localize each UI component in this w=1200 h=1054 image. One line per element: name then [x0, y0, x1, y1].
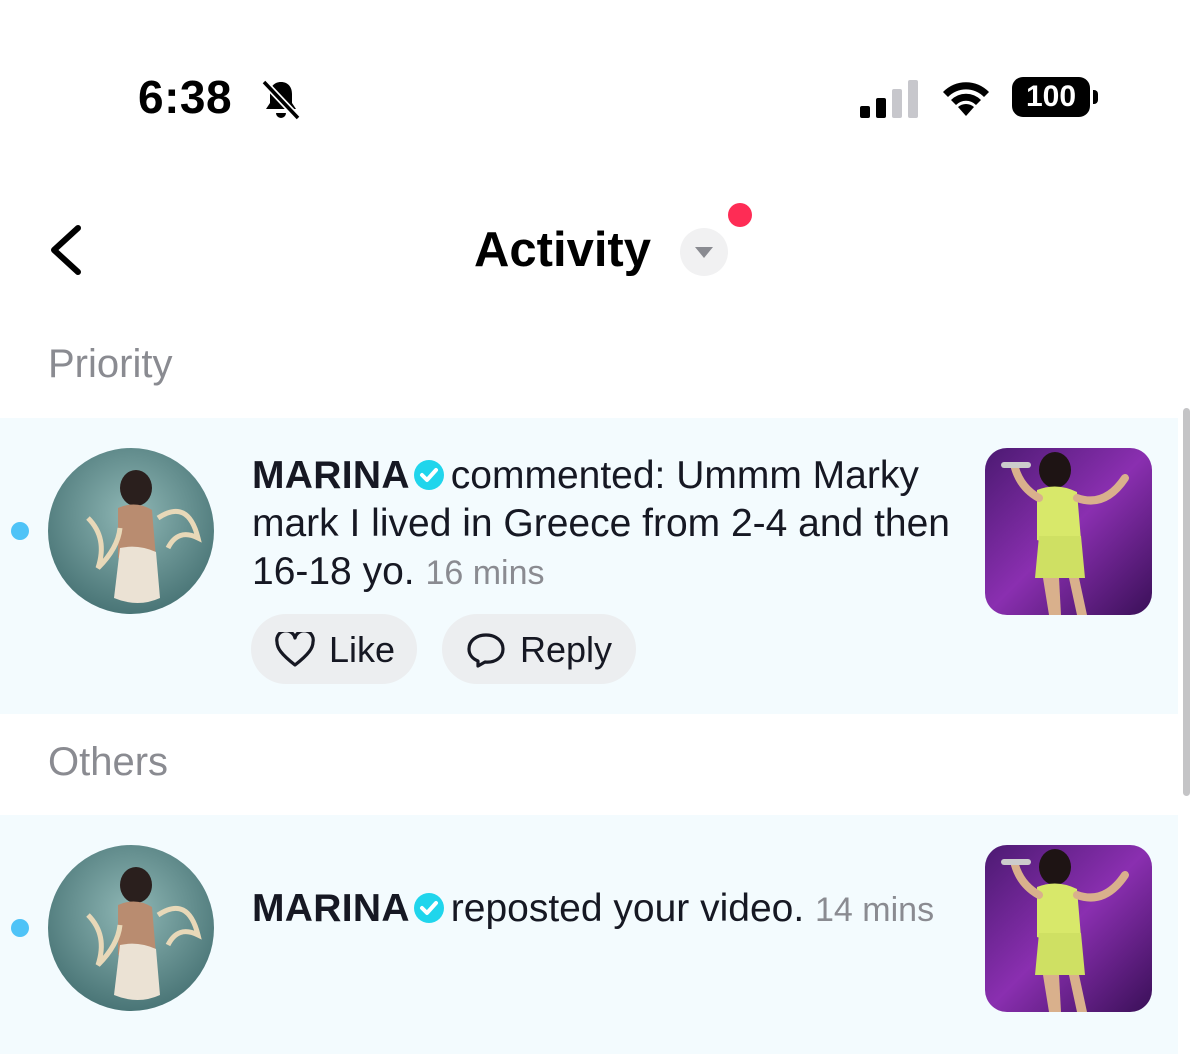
like-label: Like	[329, 629, 396, 670]
section-label-priority: Priority	[48, 342, 173, 386]
activity-text: MARINA commented: Ummm Marky mark I lived…	[252, 452, 952, 597]
page-title: Activity	[474, 223, 652, 277]
verified-badge-icon	[413, 893, 444, 923]
status-time: 6:38	[138, 71, 233, 123]
reply-label: Reply	[520, 629, 613, 670]
scrollbar[interactable]	[1183, 408, 1190, 796]
like-button[interactable]: Like	[251, 614, 417, 684]
avatar[interactable]	[48, 845, 214, 1011]
username[interactable]: MARINA	[252, 887, 410, 930]
activity-filter-dropdown[interactable]	[680, 228, 728, 276]
avatar[interactable]	[48, 448, 214, 614]
username[interactable]: MARINA	[252, 454, 410, 497]
notification-dot	[728, 203, 752, 227]
status-bar: 6:38 100	[0, 0, 1200, 190]
timestamp: 16 mins	[425, 554, 545, 592]
back-chevron-icon	[51, 225, 81, 275]
comment-bubble-icon	[467, 633, 505, 668]
timestamp: 14 mins	[815, 891, 935, 929]
activity-item-priority[interactable]: MARINA commented: Ummm Marky mark I lived…	[0, 418, 1178, 714]
signal-icon	[860, 80, 918, 118]
video-thumbnail[interactable]	[985, 448, 1152, 615]
battery-level: 100	[1012, 77, 1090, 117]
dropdown-arrow-icon	[695, 247, 713, 258]
reply-button[interactable]: Reply	[442, 614, 636, 684]
verified-badge-icon	[413, 460, 444, 490]
repost-text: reposted your video.	[450, 887, 805, 930]
activity-item-others[interactable]: MARINA reposted your video. 14 mins	[0, 815, 1178, 1054]
video-thumbnail[interactable]	[985, 845, 1152, 1012]
activity-text: MARINA reposted your video. 14 mins	[252, 885, 952, 934]
unread-dot	[11, 522, 29, 540]
bell-muted-icon	[261, 79, 301, 121]
section-label-others: Others	[48, 740, 169, 784]
wifi-icon	[943, 82, 989, 116]
back-button[interactable]	[40, 220, 96, 280]
heart-icon	[275, 632, 315, 667]
unread-dot	[11, 919, 29, 937]
battery-icon: 100	[1012, 77, 1100, 119]
